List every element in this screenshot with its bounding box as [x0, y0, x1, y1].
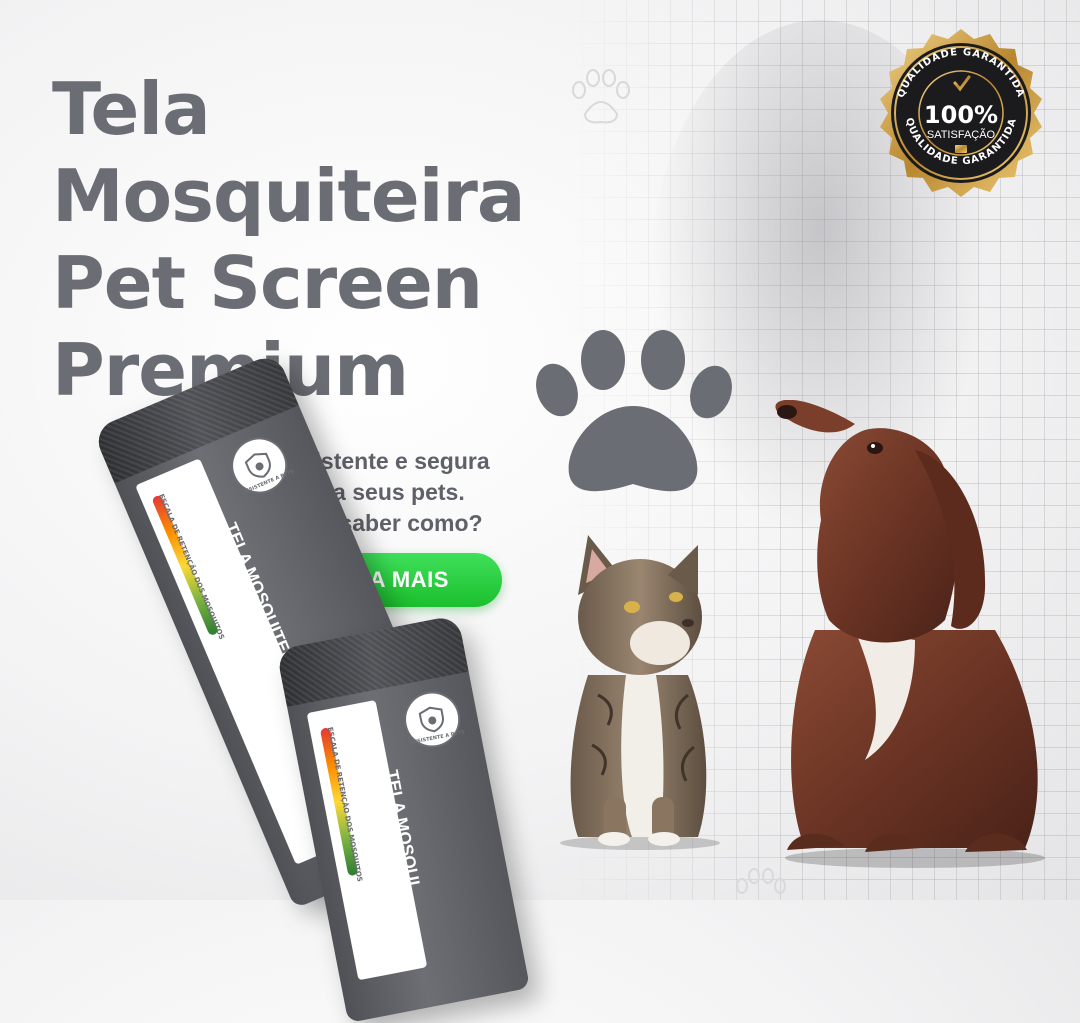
seal-caption: SATISFAÇÃO [927, 128, 996, 141]
quality-seal: QUALIDADE GARANTIDA QUALIDADE GARANTIDA … [880, 29, 1042, 197]
scale-caption: ESCALA DE RETENÇÃO DOS MOSQUITOS [325, 726, 364, 883]
pet-resistant-stamp: RESISTENTE A PETS [399, 686, 465, 753]
headline-line: Pet Screen [52, 241, 483, 325]
seal-flag-icon [955, 145, 967, 153]
paw-outline-icon [736, 868, 786, 894]
paw-icon [536, 330, 732, 492]
headline-line: Mosquiteira [52, 154, 525, 238]
shield-icon [418, 706, 444, 733]
scale-caption: ESCALA DE RETENÇÃO DOS MOSQUITOS [156, 492, 226, 641]
cat-illustration [560, 535, 720, 850]
paw-outline-icon [572, 69, 630, 124]
headline: Tela Mosquiteira Pet Screen Premium [52, 66, 525, 414]
dog-illustration [775, 400, 1045, 868]
product-roll-back: ESCALA DE RETENÇÃO DOS MOSQUITOS RESISTE… [276, 614, 531, 1023]
headline-line: Tela [52, 67, 211, 151]
seal-percent: 100% [924, 101, 998, 129]
pet-resistant-stamp: RESISTENTE A PETS [222, 428, 296, 503]
